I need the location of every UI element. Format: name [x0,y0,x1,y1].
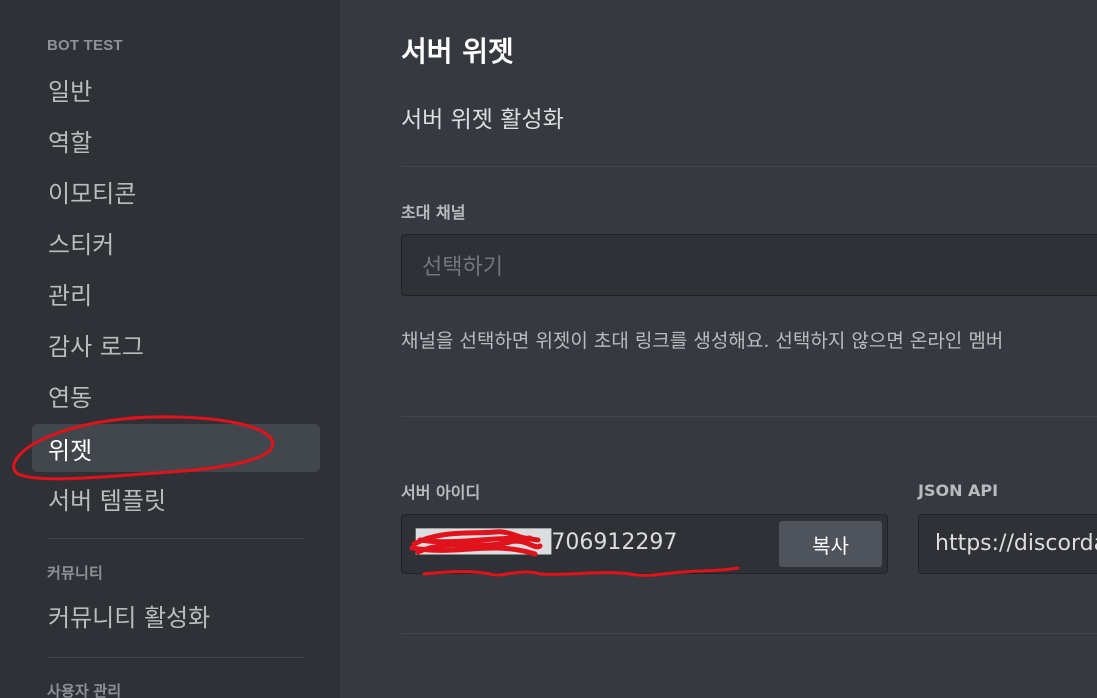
invite-channel-help-text: 채널을 선택하면 위젯이 초대 링크를 생성해요. 선택하지 않으면 온라인 멤… [401,330,1004,352]
sidebar-item-label: 스티커 [48,230,115,259]
enable-widget-toggle-label[interactable]: 서버 위젯 활성화 [401,100,564,134]
sidebar-item-server-template[interactable]: 서버 템플릿 [32,474,320,522]
section-divider [401,416,1097,417]
section-divider [401,166,1097,167]
section-divider [401,633,1097,634]
server-id-label: 서버 아이디 [401,483,481,502]
json-api-label: JSON API [918,481,999,500]
sidebar-item-moderation[interactable]: 관리 [32,269,320,317]
sidebar-divider [47,657,305,658]
sidebar-section-community: 커뮤니티 [47,565,104,582]
settings-sidebar: BOT TEST 일반 역할 이모티콘 스티커 관리 감사 로그 연동 위젯 서… [0,0,340,698]
sidebar-item-label: 연동 [48,383,93,412]
sidebar-item-label: 서버 템플릿 [48,486,167,515]
invite-channel-placeholder: 선택하기 [422,255,503,280]
sidebar-item-widget[interactable]: 위젯 [32,424,320,472]
sidebar-item-enable-community[interactable]: 커뮤니티 활성화 [32,591,320,639]
server-id-field[interactable]: ████████706912297 복사 [401,514,888,574]
sidebar-item-label: 위젯 [48,436,93,465]
sidebar-item-integrations[interactable]: 연동 [32,371,320,419]
sidebar-divider [47,538,305,539]
page-title: 서버 위젯 [401,35,514,68]
sidebar-section-user-management: 사용자 관리 [47,683,122,698]
sidebar-item-general[interactable]: 일반 [32,65,320,113]
sidebar-item-label: 감사 로그 [48,332,144,361]
sidebar-section-server: BOT TEST [47,37,123,54]
sidebar-item-label: 관리 [48,281,93,310]
copy-server-id-button[interactable]: 복사 [779,521,882,567]
widget-settings-panel: 서버 위젯 서버 위젯 활성화 초대 채널 선택하기 채널을 선택하면 위젯이 … [340,0,1097,698]
sidebar-item-label: 커뮤니티 활성화 [48,603,211,632]
sidebar-item-roles[interactable]: 역할 [32,116,320,164]
sidebar-item-label: 일반 [48,77,93,106]
json-api-field[interactable]: https://discorda [918,514,1097,574]
invite-channel-label: 초대 채널 [401,203,466,222]
json-api-value: https://discorda [935,531,1097,556]
sidebar-item-emoji[interactable]: 이모티콘 [32,167,320,215]
sidebar-item-stickers[interactable]: 스티커 [32,218,320,266]
sidebar-item-audit-log[interactable]: 감사 로그 [32,320,320,368]
sidebar-item-label: 역할 [48,128,93,157]
sidebar-item-label: 이모티콘 [48,179,137,208]
server-settings-window: BOT TEST 일반 역할 이모티콘 스티커 관리 감사 로그 연동 위젯 서… [0,0,1097,698]
server-id-value: ████████706912297 [416,530,678,555]
invite-channel-select[interactable]: 선택하기 [401,234,1097,296]
